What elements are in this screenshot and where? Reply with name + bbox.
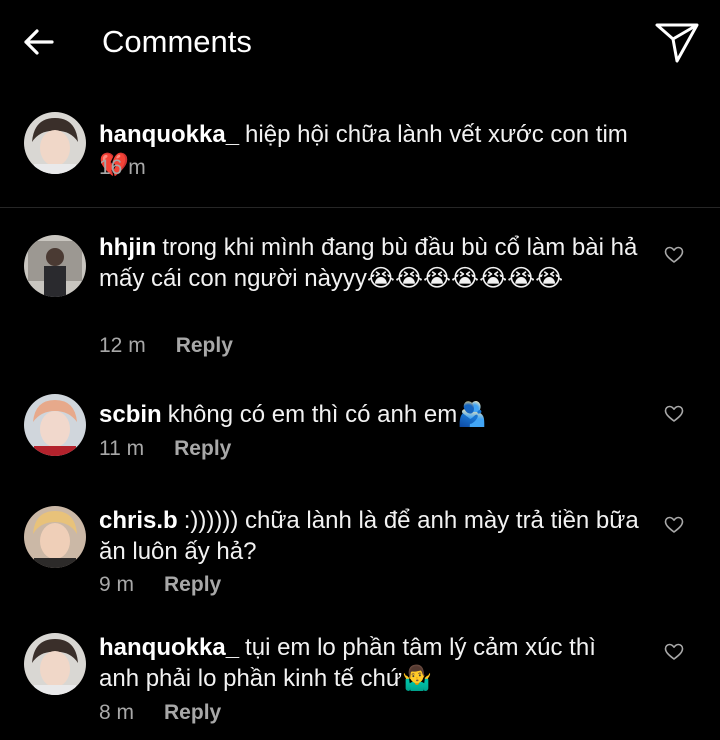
comment-meta: 9 m Reply	[99, 572, 221, 598]
comment-time: 12 m	[99, 334, 146, 357]
arrow-left-icon	[24, 29, 54, 55]
avatar[interactable]	[24, 633, 86, 695]
avatar[interactable]	[24, 506, 86, 568]
reply-button[interactable]: Reply	[164, 573, 221, 596]
heart-outline-icon	[664, 405, 684, 422]
share-button[interactable]	[652, 18, 702, 66]
comment-username[interactable]: scbin	[99, 401, 162, 428]
like-button[interactable]	[664, 642, 684, 662]
comment-username[interactable]: hhjin	[99, 234, 156, 261]
caption: hanquokka_ hiệp hội chữa lành vết xước co…	[0, 105, 720, 205]
comment-text: không có em thì có anh em🫂	[167, 401, 488, 428]
caption-username[interactable]: hanquokka_	[99, 121, 239, 148]
comment-text: :)))))) chữa lành là để anh mày trả tiền…	[99, 507, 639, 565]
avatar-image	[24, 112, 86, 174]
avatar[interactable]	[24, 394, 86, 456]
top-bar: Comments	[0, 0, 720, 90]
comment-meta: 8 m Reply	[99, 700, 221, 726]
heart-outline-icon	[664, 246, 684, 263]
avatar[interactable]	[24, 235, 86, 297]
divider	[0, 207, 720, 208]
caption-meta: 16 m	[99, 155, 146, 181]
comment-time: 9 m	[99, 573, 135, 596]
comment-username[interactable]: hanquokka_	[99, 634, 239, 661]
comment-username[interactable]: chris.b	[99, 507, 178, 534]
heart-outline-icon	[664, 643, 684, 660]
caption-time: 16 m	[99, 156, 146, 179]
avatar[interactable]	[24, 112, 86, 174]
reply-button[interactable]: Reply	[164, 701, 221, 724]
paper-plane-icon	[655, 23, 699, 63]
comment-meta: 11 m Reply	[99, 436, 231, 462]
back-button[interactable]	[18, 22, 58, 62]
like-button[interactable]	[664, 245, 684, 265]
comment-meta: 12 m Reply	[99, 333, 233, 359]
avatar-image	[24, 394, 86, 456]
heart-outline-icon	[664, 516, 684, 533]
comment-time: 8 m	[99, 701, 135, 724]
page-title: Comments	[102, 24, 252, 59]
reply-button[interactable]: Reply	[176, 334, 233, 357]
like-button[interactable]	[664, 515, 684, 535]
comment-time: 11 m	[99, 437, 145, 460]
avatar-image	[24, 235, 86, 297]
like-button[interactable]	[664, 404, 684, 424]
reply-button[interactable]: Reply	[174, 437, 231, 460]
avatar-image	[24, 506, 86, 568]
comment-text: trong khi mình đang bù đầu bù cổ làm bài…	[99, 234, 638, 292]
avatar-image	[24, 633, 86, 695]
